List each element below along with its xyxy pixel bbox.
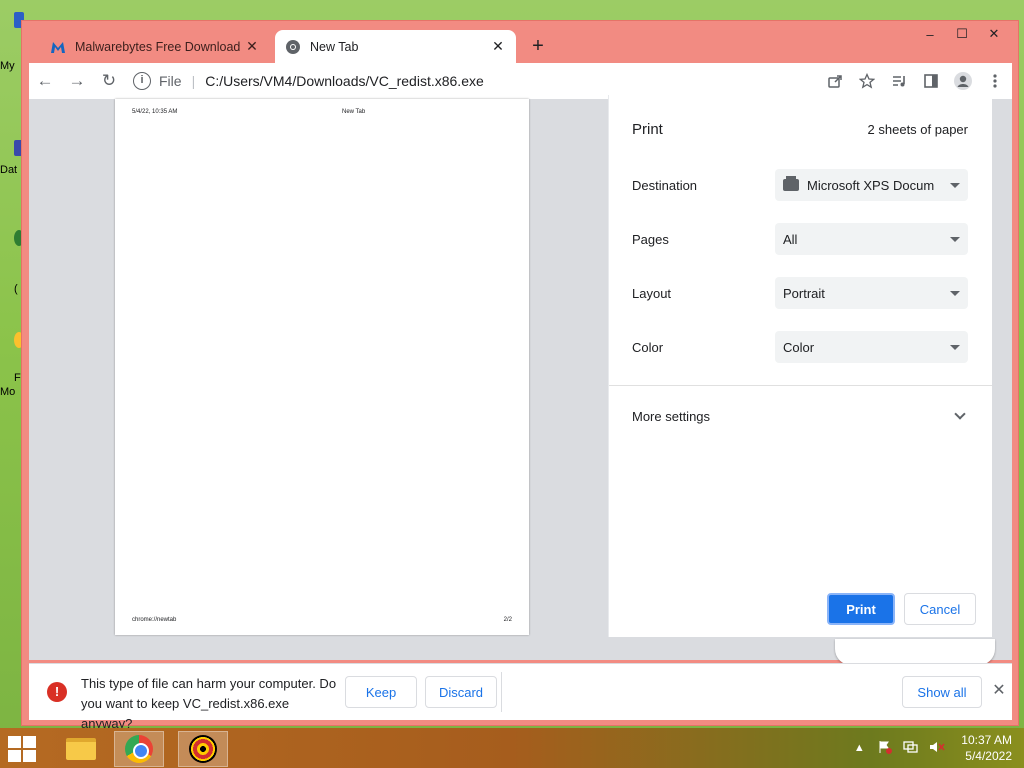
destination-select[interactable]: Microsoft XPS Docum	[775, 169, 968, 201]
new-tab-button[interactable]: +	[526, 35, 550, 59]
page-footer-number: 2/2	[503, 617, 512, 623]
tab-title: New Tab	[310, 39, 359, 54]
chevron-down-icon	[950, 290, 960, 296]
profile-avatar-icon[interactable]	[950, 68, 976, 94]
download-bar: ! This type of file can harm your comput…	[29, 663, 1012, 731]
volume-muted-icon[interactable]	[929, 740, 945, 756]
action-center-flag-icon[interactable]	[877, 740, 893, 756]
destination-label: Destination	[632, 177, 698, 193]
tab-malwarebytes[interactable]: Malwarebytes Free Download fo ✕	[40, 30, 270, 63]
malwarebytes-icon	[50, 39, 66, 55]
target-app-taskbar-button[interactable]	[178, 731, 228, 767]
pages-label: Pages	[632, 231, 669, 247]
color-value: Color	[783, 339, 815, 355]
maximize-button[interactable]: ☐	[946, 23, 978, 45]
close-download-bar-icon[interactable]: ✕	[990, 682, 1008, 700]
expand-chevron-icon	[954, 408, 966, 420]
taskbar: ▲ 10:37 AM 5/4/2022	[0, 728, 1024, 768]
tab-close-icon[interactable]: ✕	[244, 38, 260, 55]
clock-time: 10:37 AM	[961, 733, 1012, 747]
back-button[interactable]: ←	[29, 65, 61, 97]
forward-button[interactable]: →	[61, 65, 93, 97]
pages-value: All	[783, 231, 798, 247]
color-select[interactable]: Color	[775, 331, 968, 363]
print-button[interactable]: Print	[827, 593, 895, 625]
address-bar[interactable]: i File | C:/Users/VM4/Downloads/VC_redis…	[133, 66, 822, 96]
settings-divider	[609, 385, 992, 386]
warning-icon: !	[47, 682, 67, 702]
print-settings-panel: Print 2 sheets of paper Destination Micr…	[608, 95, 992, 637]
reload-button[interactable]: ↻	[93, 65, 125, 97]
side-panel-icon[interactable]	[918, 68, 944, 94]
bookmark-star-icon[interactable]	[854, 68, 880, 94]
download-warning-message: This type of file can harm your computer…	[81, 676, 337, 731]
page-header-date: 5/4/22, 10:35 AM	[132, 109, 178, 115]
network-icon[interactable]	[903, 740, 919, 756]
cancel-button[interactable]: Cancel	[904, 593, 976, 625]
system-tray: ▲ 10:37 AM 5/4/2022	[851, 732, 1012, 764]
color-row: Color Color	[632, 331, 968, 363]
desktop-label-my: My	[0, 60, 15, 72]
browser-toolbar: ← → ↻ i File | C:/Users/VM4/Downloads/VC…	[29, 63, 1012, 99]
tab-new-tab[interactable]: New Tab ✕	[275, 30, 516, 63]
destination-row: Destination Microsoft XPS Docum	[632, 169, 968, 201]
chevron-down-icon	[950, 344, 960, 350]
tab-strip: Malwarebytes Free Download fo ✕ New Tab …	[22, 21, 908, 63]
url-separator: |	[191, 73, 196, 89]
page-content: 5/4/22, 10:35 AM New Tab chrome://newtab…	[29, 95, 1012, 665]
chrome-icon	[125, 735, 153, 763]
show-all-button[interactable]: Show all	[902, 676, 982, 708]
chrome-window: Malwarebytes Free Download fo ✕ New Tab …	[21, 20, 1019, 731]
destination-value: Microsoft XPS Docum	[807, 177, 935, 193]
media-icon[interactable]	[886, 68, 912, 94]
keep-button[interactable]: Keep	[345, 676, 417, 708]
close-window-button[interactable]: ✕	[978, 23, 1010, 45]
layout-value: Portrait	[783, 285, 825, 301]
desktop-label-paren: (	[14, 283, 18, 295]
url-scheme: File	[159, 73, 182, 89]
printer-icon	[783, 176, 799, 191]
layout-label: Layout	[632, 285, 672, 301]
more-settings-toggle[interactable]: More settings	[632, 405, 968, 427]
pages-select[interactable]: All	[775, 223, 968, 255]
preview-page: 5/4/22, 10:35 AM New Tab chrome://newtab…	[115, 99, 529, 635]
color-label: Color	[632, 339, 664, 355]
chevron-down-icon	[950, 236, 960, 242]
window-controls: – ☐ ✕	[914, 23, 1010, 45]
target-icon	[189, 735, 217, 763]
minimize-button[interactable]: –	[914, 23, 946, 45]
dialog-shadow	[835, 639, 995, 665]
sheet-count: 2 sheets of paper	[867, 122, 968, 137]
pages-row: Pages All	[632, 223, 968, 255]
folder-icon	[66, 738, 96, 760]
tab-title: Malwarebytes Free Download fo	[75, 39, 244, 54]
discard-button[interactable]: Discard	[425, 676, 497, 708]
menu-kebab-icon[interactable]	[982, 68, 1008, 94]
desktop-label-mo: Mo	[0, 386, 16, 398]
page-header-title: New Tab	[342, 109, 366, 115]
desktop-label-f: F	[14, 372, 21, 384]
layout-select[interactable]: Portrait	[775, 277, 968, 309]
tray-expand-icon[interactable]: ▲	[851, 740, 867, 756]
download-separator	[501, 672, 502, 712]
tab-close-icon[interactable]: ✕	[490, 38, 506, 55]
chrome-taskbar-button[interactable]	[114, 731, 164, 767]
info-icon[interactable]: i	[133, 72, 151, 90]
desktop-label-dat: Dat	[0, 164, 18, 176]
more-settings-label: More settings	[632, 408, 711, 424]
page-footer-url: chrome://newtab	[132, 617, 177, 623]
chevron-down-icon	[950, 182, 960, 188]
clock-date: 5/4/2022	[965, 749, 1012, 763]
share-icon[interactable]	[822, 68, 848, 94]
print-preview-area: 5/4/22, 10:35 AM New Tab chrome://newtab…	[53, 99, 627, 637]
print-title: Print	[632, 121, 663, 138]
url-text[interactable]: C:/Users/VM4/Downloads/VC_redist.x86.exe	[205, 73, 484, 89]
chrome-icon	[285, 39, 301, 55]
file-explorer-taskbar-button[interactable]	[56, 731, 106, 767]
layout-row: Layout Portrait	[632, 277, 968, 309]
clock[interactable]: 10:37 AM 5/4/2022	[961, 732, 1012, 764]
windows-start-icon[interactable]	[6, 734, 38, 762]
